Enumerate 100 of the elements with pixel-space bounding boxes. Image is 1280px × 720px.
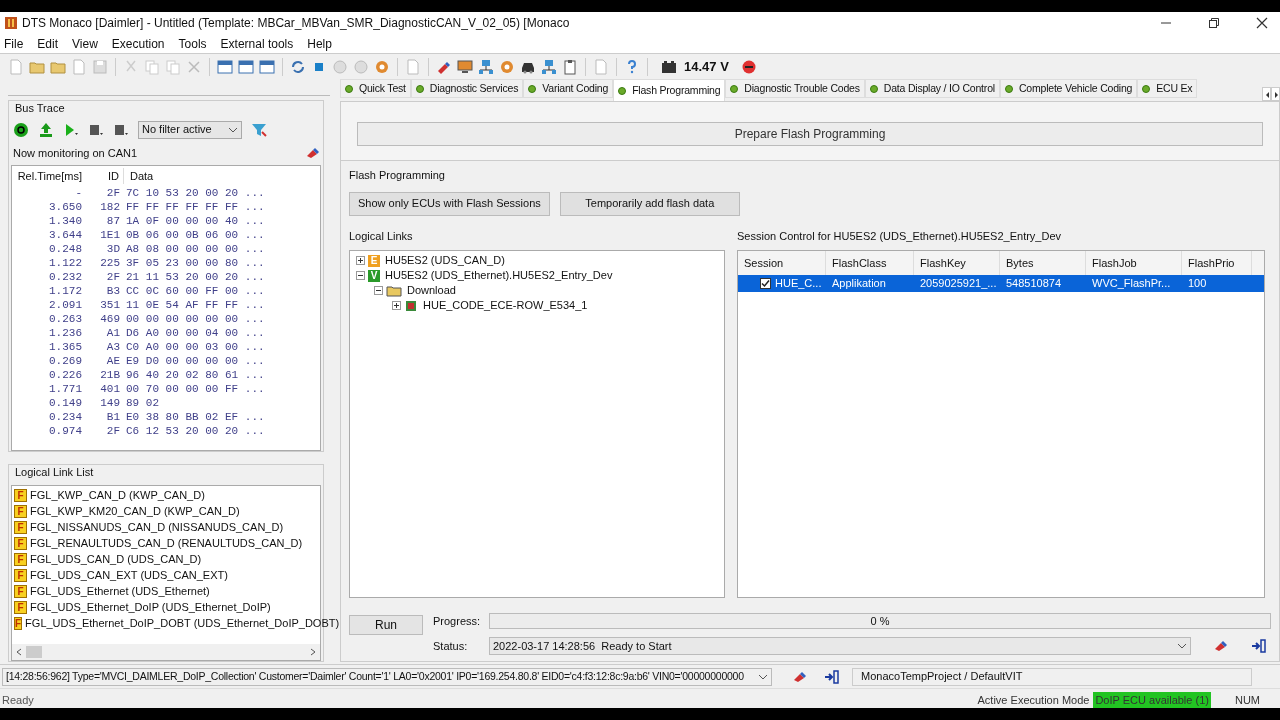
- progress-text: 0 %: [869, 613, 891, 628]
- eraser-icon[interactable]: [792, 669, 806, 684]
- menu-item[interactable]: Help: [307, 34, 332, 53]
- link-item[interactable]: FGL_UDS_Ethernet_DoIP (UDS_Ethernet_DoIP): [30, 599, 271, 616]
- link-item[interactable]: FGL_KWP_KM20_CAN_D (KWP_CAN_D): [30, 503, 240, 520]
- tab[interactable]: Quick Test: [340, 79, 411, 98]
- sync-icon[interactable]: [290, 59, 306, 75]
- type-badge: F: [14, 553, 27, 566]
- variant-badge: E: [368, 254, 380, 267]
- close-icon[interactable]: [1256, 17, 1268, 29]
- play-icon[interactable]: [63, 121, 79, 138]
- prepare-flash-button[interactable]: Prepare Flash Programming: [357, 122, 1263, 146]
- column-header[interactable]: ID: [82, 167, 124, 185]
- scroll-thumb[interactable]: [26, 646, 42, 658]
- table-cell-text: 0B 06 00 0B 06 00 ...: [125, 227, 265, 243]
- type-badge: F: [14, 489, 27, 502]
- table-cell-text: A1: [105, 325, 121, 341]
- menu-item[interactable]: File: [4, 34, 24, 53]
- network-icon[interactable]: [541, 59, 557, 75]
- link-item[interactable]: FGL_KWP_CAN_D (KWP_CAN_D): [30, 487, 205, 504]
- app-logo-icon: [4, 16, 18, 30]
- tab[interactable]: Variant Coding: [523, 79, 614, 98]
- link-item[interactable]: FGL_NISSANUDS_CAN_D (NISSANUDS_CAN_D): [30, 519, 284, 536]
- tree-item[interactable]: Download: [407, 282, 456, 299]
- layout-icon[interactable]: [217, 59, 233, 75]
- menu-item[interactable]: View: [72, 34, 98, 53]
- table-cell-text: 3F 05 23 00 00 80 ...: [125, 255, 265, 271]
- table-cell-text: 2F: [105, 423, 121, 439]
- scroll-right-icon[interactable]: [309, 648, 317, 656]
- tree-item[interactable]: HU5ES2 (UDS_Ethernet).HU5ES2_Entry_Dev: [385, 267, 613, 284]
- table-cell-text: E0 38 80 BB 02 EF ...: [125, 409, 265, 425]
- tree-item[interactable]: HUE_CODE_ECE-ROW_E534_1: [423, 297, 588, 314]
- link-item[interactable]: FGL_UDS_CAN_D (UDS_CAN_D): [30, 551, 202, 568]
- table-cell-text: 89 02: [125, 395, 159, 411]
- eraser-icon[interactable]: [305, 145, 319, 160]
- expand-icon[interactable]: [356, 256, 365, 265]
- layout-icon[interactable]: [259, 59, 275, 75]
- horizontal-scrollbar[interactable]: [12, 644, 320, 660]
- import-icon[interactable]: [1251, 639, 1267, 653]
- scroll-left-icon[interactable]: [15, 648, 23, 656]
- layout-icon[interactable]: [238, 59, 254, 75]
- power-icon[interactable]: [13, 121, 29, 138]
- collapse-icon[interactable]: [356, 271, 365, 280]
- table-cell-text: 2059025921_...: [920, 276, 997, 292]
- toolbar-button[interactable]: Show only ECUs with Flash Sessions: [349, 191, 550, 216]
- tree-item[interactable]: HU5ES2 (UDS_CAN_D): [385, 252, 505, 269]
- type-badge: F: [14, 505, 27, 518]
- tab[interactable]: Diagnostic Trouble Codes: [725, 79, 865, 98]
- column-header[interactable]: Data: [124, 167, 154, 185]
- menu-item[interactable]: Tools: [178, 34, 207, 53]
- menu-item[interactable]: Execution: [111, 34, 165, 53]
- tab-scroll-left-icon[interactable]: [1262, 87, 1271, 101]
- filter-dropdown[interactable]: No filter active: [138, 120, 242, 139]
- run-button[interactable]: Run: [349, 614, 423, 635]
- table-cell-text: 0.269: [48, 353, 82, 369]
- tab[interactable]: Data Display / IO Control: [864, 79, 1000, 98]
- table-cell-text: 149: [99, 395, 121, 411]
- clipboard-icon[interactable]: [562, 59, 578, 75]
- tab[interactable]: Complete Vehicle Coding: [999, 79, 1138, 98]
- table-cell-text: Applikation: [832, 276, 886, 292]
- table-cell-text: 87: [105, 213, 121, 229]
- column-header[interactable]: Rel.Time[ms]: [12, 167, 82, 185]
- table-cell-text: -: [74, 185, 82, 201]
- menu-item[interactable]: External tools: [220, 34, 294, 53]
- log-dropdown[interactable]: [14:28:56:962] Type='MVCI_DAIMLER_DoIP_Collection' Customer='Daimler' Count='1' LA0='0x2001' IP0='169.254.80.8' EID0='c4:f3:12:8c:9a:b6' VIN0='00000000000: [2, 667, 772, 686]
- status-dropdown[interactable]: 2022-03-17 14:28:56 Ready to Start: [489, 637, 1191, 655]
- table-cell-text: FF FF FF FF FF FF ...: [125, 199, 265, 215]
- table-cell-text: 469: [99, 311, 121, 327]
- monitor-icon[interactable]: [457, 59, 473, 75]
- table-cell-text: 2F: [105, 185, 121, 201]
- export-icon[interactable]: [38, 121, 54, 138]
- link-item[interactable]: FGL_RENAULTUDS_CAN_D (RENAULTUDS_CAN_D): [30, 535, 303, 552]
- link-item[interactable]: FGL_UDS_Ethernet_DoIP_DOBT (UDS_Ethernet_DoIP_DOBT): [25, 615, 340, 632]
- link-item[interactable]: FGL_UDS_Ethernet (UDS_Ethernet): [30, 583, 210, 600]
- tab[interactable]: ECU Ex: [1137, 79, 1198, 98]
- filter-icon[interactable]: [251, 121, 267, 138]
- restore-icon[interactable]: [1208, 17, 1220, 29]
- expand-icon[interactable]: [392, 301, 401, 310]
- checkbox[interactable]: [760, 278, 771, 289]
- eraser-icon[interactable]: [436, 59, 452, 75]
- type-badge: F: [14, 585, 27, 598]
- tab[interactable]: Flash Programming: [613, 79, 726, 101]
- table-cell-text: 1E1: [99, 227, 121, 243]
- network-icon[interactable]: [478, 59, 494, 75]
- table-cell-text: 21 11 53 20 00 20 ...: [125, 269, 265, 285]
- battery-icon: [661, 60, 677, 74]
- table-cell-text: 1A 0F 00 00 00 40 ...: [125, 213, 265, 229]
- table-cell-text: 0.149: [48, 395, 82, 411]
- toolbar-button[interactable]: Temporarily add flash data: [559, 191, 740, 216]
- menu-item[interactable]: Edit: [37, 34, 59, 53]
- import-icon[interactable]: [824, 669, 840, 684]
- eraser-icon[interactable]: [1213, 639, 1227, 653]
- tab[interactable]: Diagnostic Services: [410, 79, 524, 98]
- collapse-icon[interactable]: [374, 286, 383, 295]
- link-item[interactable]: FGL_UDS_CAN_EXT (UDS_CAN_EXT): [30, 567, 228, 584]
- panel-title: Flash Programming: [349, 168, 446, 183]
- tab-scroll-right-icon[interactable]: [1271, 87, 1280, 101]
- voltage-reading: 14.47 V: [684, 58, 729, 77]
- disconnect-icon[interactable]: [741, 60, 756, 74]
- session-row[interactable]: HUE_C... Applikation 2059025921_... 548510874 WVC_FlashPr... 100: [738, 275, 1264, 292]
